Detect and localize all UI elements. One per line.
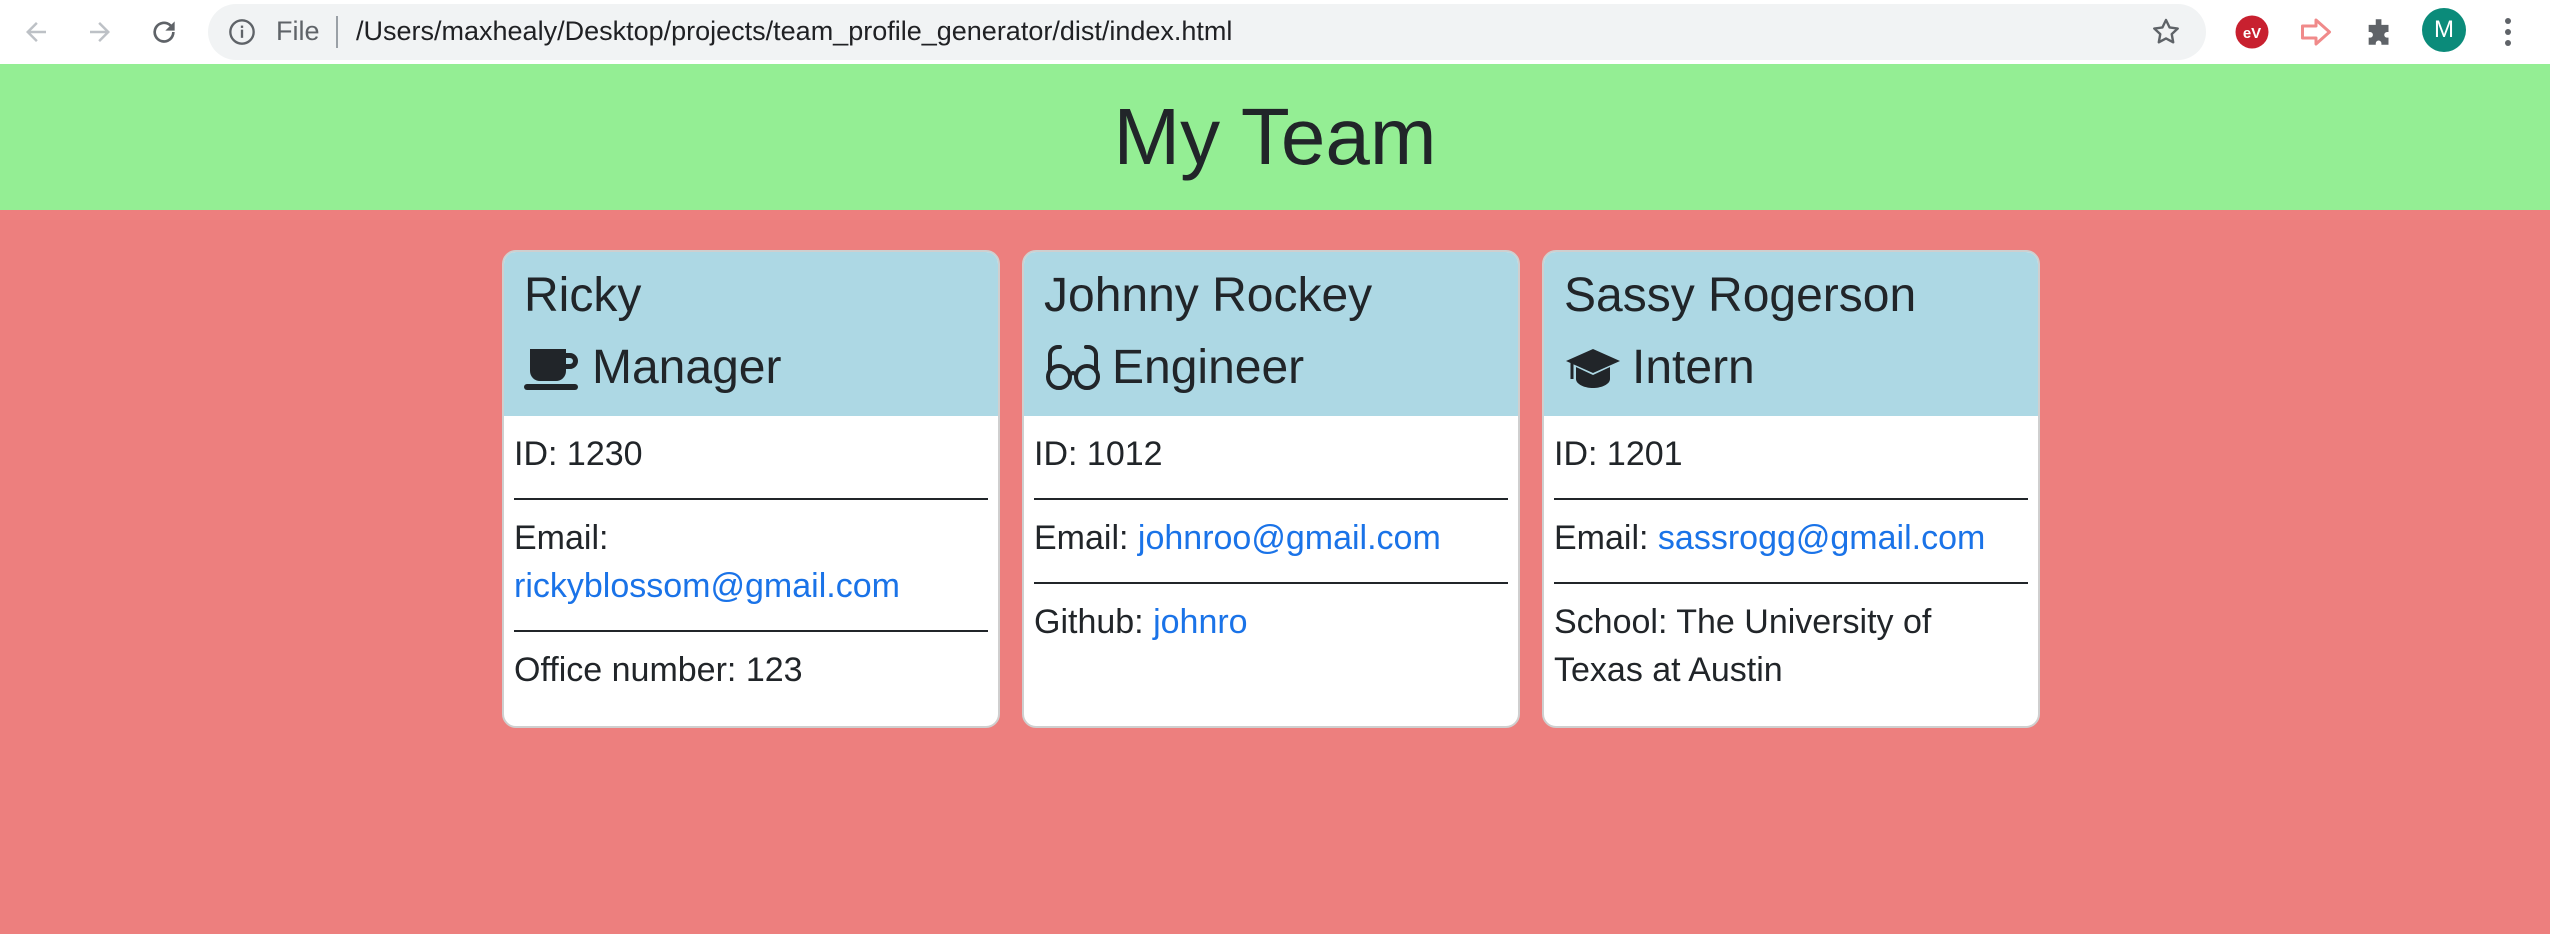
github-row: Github: johnro — [1034, 598, 1508, 666]
expressvpn-icon: eV — [2235, 15, 2269, 49]
id-row: ID: 1012 — [1034, 430, 1508, 500]
extensions-button[interactable] — [2360, 12, 2400, 52]
menu-dot — [2505, 29, 2511, 35]
page-header: My Team — [0, 64, 2550, 210]
role-label: Engineer — [1112, 341, 1305, 394]
file-scheme-label: File — [276, 16, 320, 46]
reload-button[interactable] — [142, 10, 186, 54]
browser-menu-button[interactable] — [2496, 10, 2520, 54]
employee-role: Manager — [524, 338, 978, 398]
email-link[interactable]: rickyblossom@gmail.com — [514, 567, 900, 605]
forward-button[interactable] — [78, 10, 122, 54]
id-row: ID: 1201 — [1554, 430, 2028, 500]
github-label: Github: — [1034, 603, 1144, 641]
employee-role: Engineer — [1044, 338, 1498, 398]
card-body: ID: 1230 Email: rickyblossom@gmail.com O… — [504, 416, 998, 714]
id-value: 1012 — [1086, 435, 1163, 473]
svg-text:eV: eV — [2243, 25, 2261, 42]
id-label: ID: — [1034, 435, 1078, 473]
school-label: School: — [1554, 603, 1668, 641]
forward-arrow-icon — [90, 22, 110, 42]
office-number-row: Office number: 123 — [514, 646, 988, 714]
card-header: Sassy Rogerson Intern — [1544, 252, 2038, 416]
role-label: Intern — [1632, 341, 1755, 394]
email-link[interactable]: sassrogg@gmail.com — [1658, 519, 1985, 557]
card-header: Ricky Manager — [504, 252, 998, 416]
profile-avatar[interactable]: M — [2422, 8, 2466, 52]
employee-card-manager: Ricky Manager ID: 1230 Email: rickybloss… — [502, 250, 1000, 728]
id-row: ID: 1230 — [514, 430, 988, 500]
extension-arrow[interactable] — [2296, 12, 2336, 52]
graduation-cap-icon — [1566, 349, 1620, 388]
employee-card-intern: Sassy Rogerson Intern ID: 1201 Email: sa… — [1542, 250, 2040, 728]
bookmark-star-icon[interactable] — [2150, 16, 2182, 48]
omnibox-divider — [336, 16, 338, 48]
card-body: ID: 1012 Email: johnroo@gmail.com Github… — [1024, 416, 1518, 666]
office-number-value: 123 — [745, 651, 803, 689]
office-number-label: Office number: — [514, 651, 737, 689]
employee-card-engineer: Johnny Rockey Engineer ID: 1012 Email: j… — [1022, 250, 1520, 728]
reload-icon — [153, 21, 175, 43]
info-icon[interactable] — [228, 18, 256, 46]
email-label: Email: — [514, 519, 609, 557]
id-label: ID: — [1554, 435, 1598, 473]
email-label: Email: — [1034, 519, 1129, 557]
address-bar[interactable]: File /Users/maxhealy/Desktop/projects/te… — [208, 4, 2206, 60]
menu-dot — [2505, 18, 2511, 24]
employee-name: Johnny Rockey — [1044, 269, 1373, 322]
email-label: Email: — [1554, 519, 1649, 557]
email-link[interactable]: johnroo@gmail.com — [1138, 519, 1441, 557]
back-button[interactable] — [14, 10, 58, 54]
puzzle-icon — [2368, 19, 2389, 45]
employee-name: Ricky — [524, 269, 642, 322]
role-label: Manager — [592, 341, 782, 394]
card-header: Johnny Rockey Engineer — [1024, 252, 1518, 416]
id-value: 1230 — [566, 435, 643, 473]
employee-role: Intern — [1564, 338, 2018, 398]
share-arrow-icon — [2301, 18, 2331, 46]
id-value: 1201 — [1606, 435, 1683, 473]
menu-dot — [2505, 40, 2511, 46]
browser-toolbar: File /Users/maxhealy/Desktop/projects/te… — [0, 0, 2550, 65]
card-body: ID: 1201 Email: sassrogg@gmail.com Schoo… — [1544, 416, 2038, 714]
extension-expressvpn[interactable]: eV — [2232, 12, 2272, 52]
glasses-icon — [1046, 345, 1100, 390]
email-row: Email: rickyblossom@gmail.com — [514, 514, 988, 632]
employee-name: Sassy Rogerson — [1564, 269, 1917, 322]
url-text[interactable]: /Users/maxhealy/Desktop/projects/team_pr… — [356, 16, 1232, 47]
school-row: School: The University of Texas at Austi… — [1554, 598, 2028, 714]
github-link[interactable]: johnro — [1153, 603, 1248, 641]
page-title: My Team — [1113, 92, 1437, 181]
back-arrow-icon — [26, 22, 46, 42]
email-row: Email: johnroo@gmail.com — [1034, 514, 1508, 584]
email-row: Email: sassrogg@gmail.com — [1554, 514, 2028, 584]
id-label: ID: — [514, 435, 558, 473]
coffee-mug-icon — [524, 349, 578, 390]
